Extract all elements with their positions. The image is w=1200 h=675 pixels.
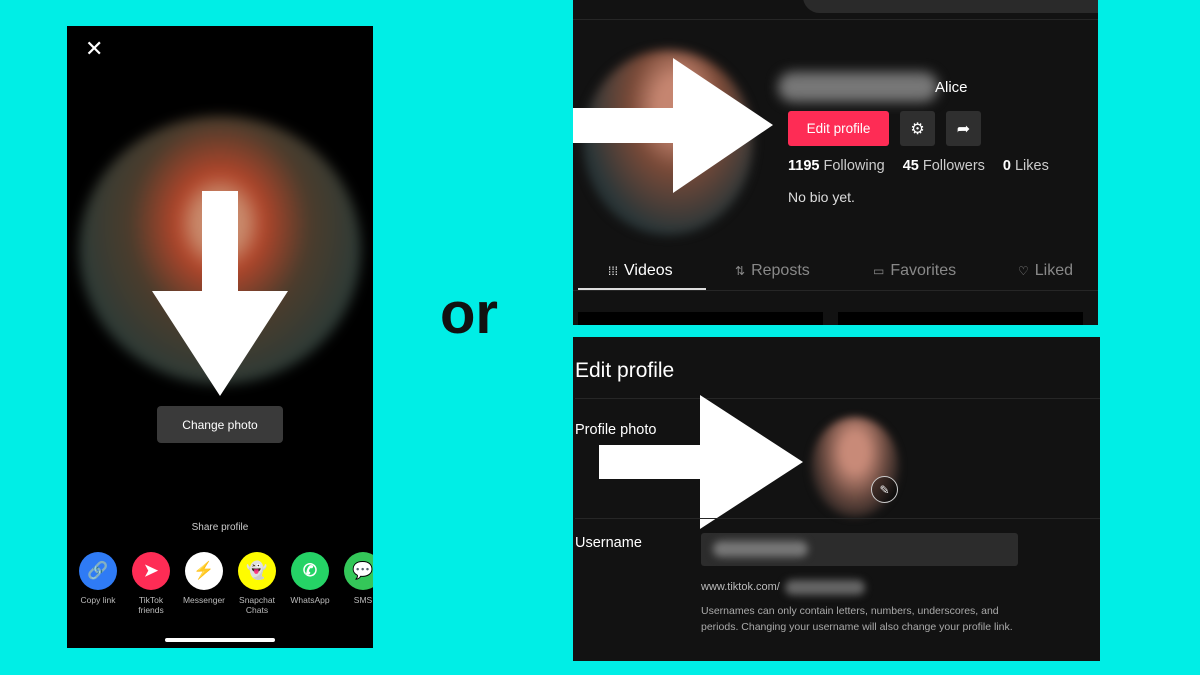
arrow-right-icon [573, 58, 773, 193]
send-icon: ➤ [132, 552, 170, 590]
username-input[interactable] [701, 533, 1018, 566]
likes-stat: 0 Likes [1002, 158, 1049, 174]
share-profile-label: Share profile [191, 522, 249, 533]
share-option-label: TikTok friends [138, 595, 164, 615]
edit-profile-panel: Edit profile Profile photo ✎ Username ww… [573, 337, 1100, 661]
divider [573, 19, 1098, 20]
bookmark-icon: ▭ [873, 264, 885, 278]
tab-favorites[interactable]: ▭ Favorites [873, 262, 956, 280]
share-option[interactable]: ✆ WhatsApp [290, 552, 330, 616]
arrow-right-icon [599, 395, 803, 529]
whatsapp-icon: ✆ [291, 552, 329, 590]
share-option[interactable]: 👻 Snapchat Chats [238, 552, 276, 616]
following-stat[interactable]: 1195 Following [788, 158, 885, 174]
video-thumbnail[interactable] [578, 312, 823, 325]
share-option[interactable]: ⚡ Messenger [182, 552, 226, 616]
tab-liked[interactable]: ♡ Liked [1018, 262, 1073, 280]
share-option-label: Copy link [80, 595, 116, 605]
share-option[interactable]: 💬 SMS [344, 552, 373, 616]
edit-photo-button[interactable]: ✎ [871, 476, 898, 503]
share-option[interactable]: ➤ TikTok friends [132, 552, 170, 616]
link-icon: 🔗 [79, 552, 117, 590]
tab-videos[interactable]: ⁞⁞⁞ Videos [608, 262, 673, 280]
close-icon[interactable]: ✕ [85, 36, 103, 62]
search-bar[interactable] [803, 0, 1098, 13]
share-option-label: SMS [353, 595, 373, 605]
profile-stats: 1195 Following 45 Followers 0 Likes [788, 158, 1049, 174]
share-profile-screen: ✕ Change photo Share profile 🔗 Copy link ➤… [67, 26, 373, 648]
snapchat-icon: 👻 [238, 552, 276, 590]
blurred-username [778, 72, 938, 102]
followers-stat[interactable]: 45 Followers [903, 158, 985, 174]
edit-profile-button[interactable]: Edit profile [788, 111, 889, 146]
tab-reposts[interactable]: ⇅ Reposts [735, 262, 810, 280]
share-option[interactable]: 🔗 Copy link [79, 552, 117, 616]
separator-text: or [440, 281, 498, 346]
share-option-label: Snapchat Chats [239, 595, 275, 615]
gear-icon: ⚙ [910, 120, 925, 138]
heart-icon: ♡ [1018, 264, 1029, 278]
divider [575, 518, 1100, 519]
divider [573, 290, 1098, 291]
page-title: Edit profile [575, 359, 675, 382]
change-photo-button[interactable]: Change photo [157, 406, 283, 443]
share-option-label: WhatsApp [290, 595, 330, 605]
username-label: Username [575, 535, 642, 551]
sms-icon: 💬 [344, 552, 373, 590]
profile-url: www.tiktok.com/ [701, 581, 780, 593]
tab-label: Videos [624, 262, 673, 279]
tab-label: Liked [1034, 262, 1074, 279]
tab-label: Favorites [890, 262, 957, 279]
share-options: 🔗 Copy link ➤ TikTok friends ⚡ Messenger 👻 Snap… [79, 552, 373, 616]
video-thumbnail[interactable] [838, 312, 1083, 325]
blurred-username [713, 541, 808, 557]
username-hint: Usernames can only contain letters, numb… [701, 605, 1013, 633]
pencil-icon: ✎ [879, 482, 890, 497]
arrow-down-icon [152, 191, 288, 396]
bio: No bio yet. [788, 189, 855, 205]
share-button[interactable]: ➦ [946, 111, 981, 146]
display-name: Alice [935, 79, 968, 96]
repost-icon: ⇅ [735, 264, 746, 278]
settings-button[interactable]: ⚙ [900, 111, 935, 146]
share-option-label: Messenger [182, 595, 226, 605]
profile-page: Alice Edit profile ⚙ ➦ 1195 Following 45 F… [573, 0, 1098, 325]
grid-icon: ⁞⁞⁞ [608, 264, 619, 278]
blurred-url-username [785, 580, 865, 595]
tab-label: Reposts [751, 262, 810, 279]
share-icon: ➦ [956, 120, 971, 138]
home-indicator [165, 638, 275, 642]
messenger-icon: ⚡ [185, 552, 223, 590]
